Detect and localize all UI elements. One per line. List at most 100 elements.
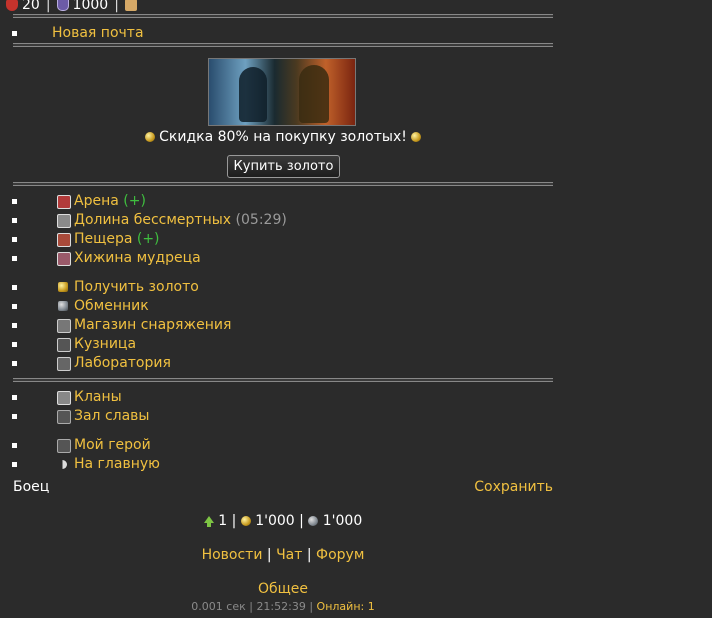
menu-item-label[interactable]: Мой герой <box>74 436 151 455</box>
exchange-icon <box>58 301 68 311</box>
level-up-icon-stem <box>206 521 211 527</box>
save-link[interactable]: Сохранить <box>474 479 553 495</box>
forum-link[interactable]: Форум <box>316 547 364 563</box>
menu-item-get-gold[interactable]: Получить золото <box>12 278 553 297</box>
gold-coin-icon <box>240 516 251 526</box>
menu-item-label[interactable]: Долина бессмертных <box>74 212 231 228</box>
divider: | <box>231 513 241 529</box>
promo-text: Скидка 80% на покупку золотых! <box>159 129 407 145</box>
top-status-bar: 20 | 1000 | <box>6 0 137 13</box>
forge-icon <box>57 338 71 352</box>
gold-coin-icon <box>411 132 422 142</box>
footer-links: Новости | Чат | Форум <box>13 547 553 563</box>
stats-bar: 1 | 1'000 | 1'000 <box>13 513 553 529</box>
menu-item-arena[interactable]: Арена (+) <box>12 192 553 211</box>
level-value: 1 <box>218 513 228 529</box>
menu-item-forge[interactable]: Кузница <box>12 335 553 354</box>
menu-item-shop[interactable]: Магазин снаряжения <box>12 316 553 335</box>
bullet <box>12 218 17 223</box>
new-mail-link[interactable]: Новая почта <box>52 24 144 43</box>
bullet <box>12 342 17 347</box>
clans-icon <box>57 391 71 405</box>
menu-item-label[interactable]: На главную <box>74 455 160 474</box>
divider: | <box>114 0 119 13</box>
online-count[interactable]: Онлайн: 1 <box>317 600 375 613</box>
menu-item-label[interactable]: Получить золото <box>74 278 199 297</box>
buy-gold-button[interactable]: Купить золото <box>227 155 340 178</box>
banner-figure-left <box>239 67 267 122</box>
menu-item-extra: (+) <box>123 193 146 209</box>
health-icon <box>6 0 18 11</box>
menu-item-lab[interactable]: Лаборатория <box>12 354 553 373</box>
bullet <box>12 199 17 204</box>
health-value: 20 <box>22 0 40 13</box>
bullet <box>12 323 17 328</box>
shield-value: 1000 <box>72 0 109 13</box>
divider: | <box>309 600 317 613</box>
separator <box>13 14 553 18</box>
menu-item-hall-of-fame[interactable]: Зал славы <box>12 407 553 426</box>
bullet <box>12 285 17 290</box>
menu-item-label[interactable]: Хижина мудреца <box>74 249 201 268</box>
arena-icon <box>57 195 71 209</box>
news-link[interactable]: Новости <box>202 547 263 563</box>
player-class: Боец <box>13 479 50 495</box>
bag-icon[interactable] <box>124 0 137 11</box>
menu-item-label[interactable]: Обменник <box>74 297 149 316</box>
menu-item-exchange[interactable]: Обменник <box>12 297 553 316</box>
lab-icon <box>57 357 71 371</box>
menu-item-label[interactable]: Кланы <box>74 388 122 407</box>
shop-icon <box>57 319 71 333</box>
server-clock: 21:52:39 <box>256 600 306 613</box>
bullet <box>12 304 17 309</box>
footer-info: 0.001 сек | 21:52:39 | Онлайн: 1 <box>13 600 553 613</box>
menu-item-label[interactable]: Лаборатория <box>74 354 171 373</box>
separator <box>13 378 553 382</box>
menu-item-label[interactable]: Зал славы <box>74 407 149 426</box>
menu-item-label[interactable]: Кузница <box>74 335 136 354</box>
menu-item-label[interactable]: Арена <box>74 193 119 209</box>
separator <box>13 43 553 47</box>
silver-value: 1'000 <box>322 513 363 529</box>
bullet <box>12 256 17 261</box>
mail-item[interactable]: Новая почта <box>12 24 553 43</box>
banner-figure-right <box>299 65 329 123</box>
promo-line: Скидка 80% на покупку золотых! <box>13 129 553 145</box>
bullet <box>12 361 17 366</box>
divider: | <box>299 513 309 529</box>
menu-item-hut[interactable]: Хижина мудреца <box>12 249 553 268</box>
cave-icon <box>57 233 71 247</box>
render-time: 0.001 сек <box>191 600 246 613</box>
gold-coin-icon <box>144 132 155 142</box>
menu-item-label-group: Долина бессмертных (05:29) <box>74 211 287 230</box>
divider: | <box>45 0 51 13</box>
menu-item-cave[interactable]: Пещера (+) <box>12 230 553 249</box>
bullet <box>12 31 17 36</box>
hero-icon <box>57 439 71 453</box>
gold-value: 1'000 <box>255 513 295 529</box>
menu-item-extra: (05:29) <box>235 212 287 228</box>
divider: | <box>266 547 277 563</box>
menu-item-label-group: Пещера (+) <box>74 230 160 249</box>
shield-icon <box>56 0 69 11</box>
valley-icon <box>57 214 71 228</box>
bullet <box>12 414 17 419</box>
menu-item-clans[interactable]: Кланы <box>12 388 553 407</box>
menu-item-label[interactable]: Пещера <box>74 231 132 247</box>
menu-item-my-hero[interactable]: Мой герой <box>12 436 553 455</box>
menu-item-valley[interactable]: Долина бессмертных (05:29) <box>12 211 553 230</box>
general-link[interactable]: Общее <box>258 581 308 597</box>
bullet <box>12 443 17 448</box>
chat-link[interactable]: Чат <box>276 547 302 563</box>
menu-item-label[interactable]: Магазин снаряжения <box>74 316 231 335</box>
promo-banner[interactable] <box>208 58 356 126</box>
bullet <box>12 395 17 400</box>
bullet <box>12 237 17 242</box>
silver-coin-icon <box>308 516 319 526</box>
menu-item-extra: (+) <box>136 231 160 247</box>
hall-of-fame-icon <box>57 410 71 424</box>
divider: | <box>306 547 317 563</box>
menu-item-label-group: Арена (+) <box>74 192 146 211</box>
hut-icon <box>57 252 71 266</box>
menu-item-home[interactable]: На главную <box>12 455 553 474</box>
